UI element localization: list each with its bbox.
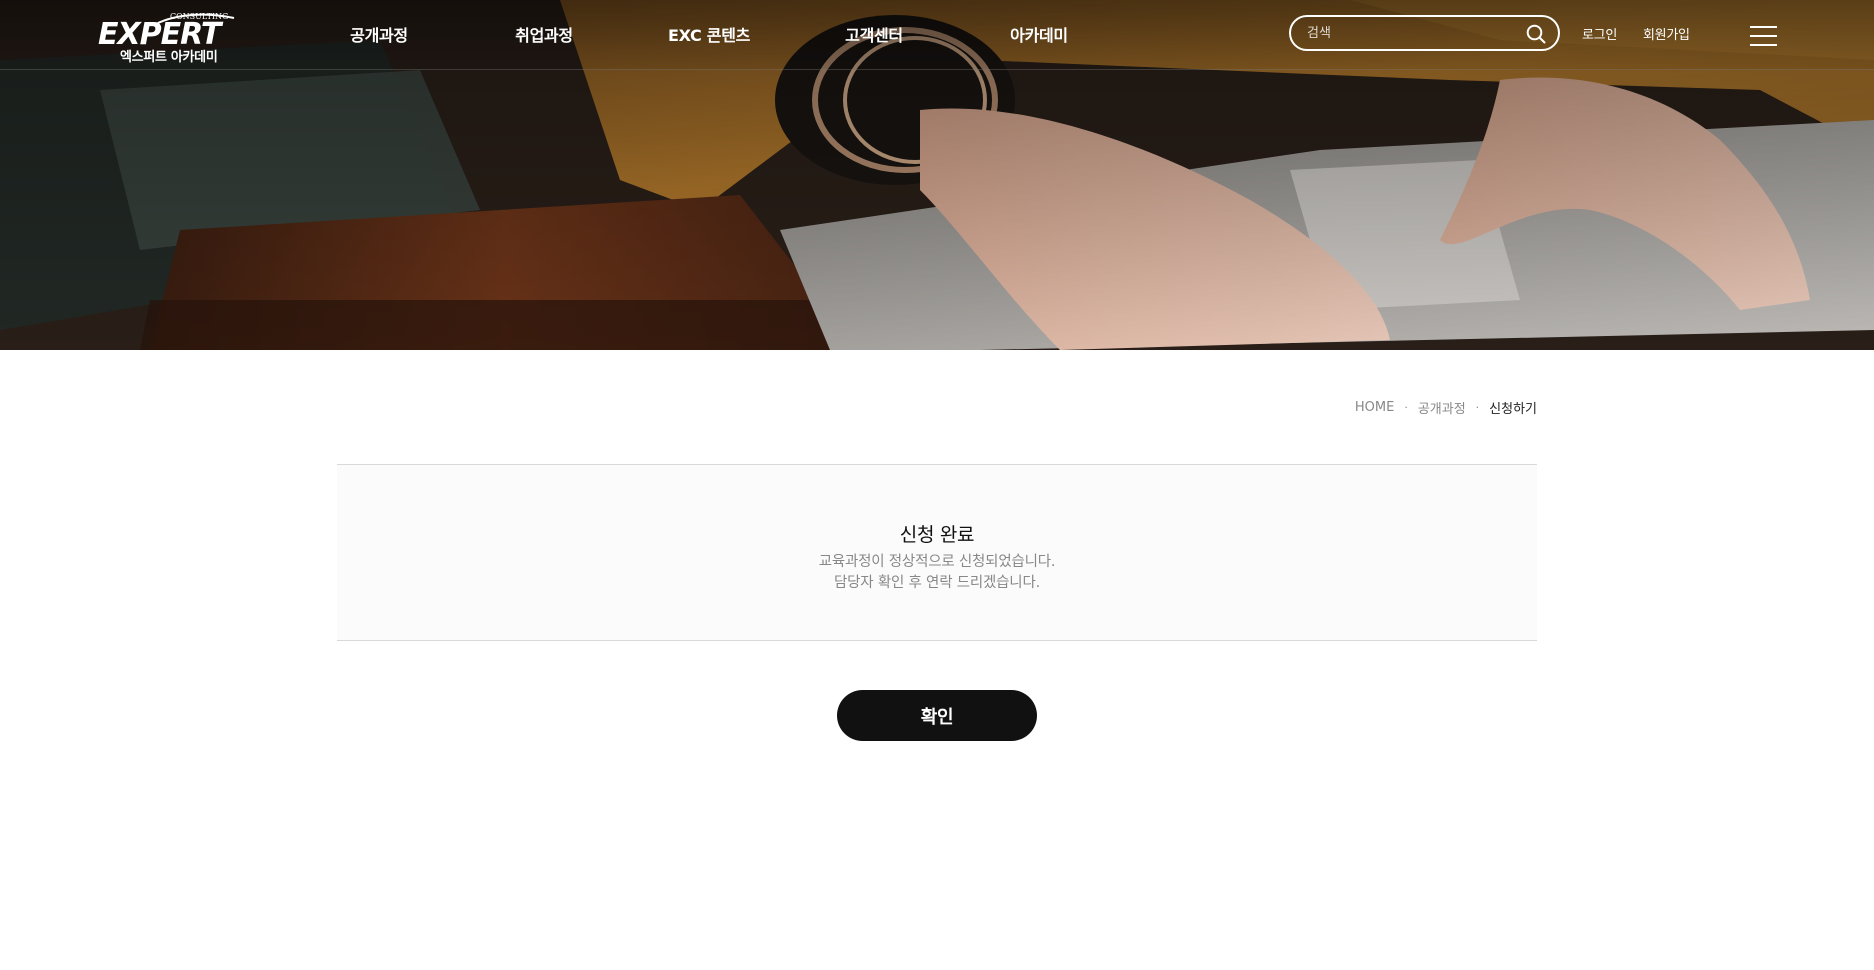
breadcrumb-home[interactable]: HOME bbox=[1355, 400, 1394, 415]
nav-item-customer-center[interactable]: 고객센터 bbox=[845, 22, 903, 46]
search-box bbox=[1289, 15, 1560, 51]
result-message-line2: 담당자 확인 후 연락 드리겠습니다. bbox=[833, 575, 1040, 591]
nav-item-public-courses[interactable]: 공개과정 bbox=[350, 22, 408, 46]
breadcrumb-current: 신청하기 bbox=[1489, 402, 1537, 417]
search-icon[interactable] bbox=[1526, 24, 1546, 44]
application-complete-panel: 신청 완료 교육과정이 정상적으로 신청되었습니다. 담당자 확인 후 연락 드… bbox=[337, 464, 1537, 641]
nav-item-exc-contents[interactable]: EXC 콘텐츠 bbox=[668, 22, 750, 46]
nav-item-employment-courses[interactable]: 취업과정 bbox=[515, 22, 573, 46]
search-input[interactable] bbox=[1305, 23, 1515, 43]
logo-subtitle: 엑스퍼트 아카데미 bbox=[120, 50, 218, 65]
hamburger-menu-icon[interactable] bbox=[1750, 26, 1777, 46]
breadcrumb-separator: · bbox=[1404, 401, 1408, 414]
site-header: EXPERT CONSULTING 엑스퍼트 아카데미 공개과정 취업과정 EX… bbox=[0, 0, 1874, 70]
result-message-line1: 교육과정이 정상적으로 신청되었습니다. bbox=[818, 554, 1056, 570]
nav-item-academy[interactable]: 아카데미 bbox=[1010, 22, 1068, 46]
expert-academy-logo[interactable]: EXPERT CONSULTING 엑스퍼트 아카데미 bbox=[96, 10, 240, 66]
breadcrumb: HOME · 공개과정 · 신청하기 bbox=[1355, 398, 1537, 417]
breadcrumb-public-courses[interactable]: 공개과정 bbox=[1418, 398, 1466, 417]
result-title: 신청 완료 bbox=[899, 524, 975, 546]
confirm-button[interactable]: 확인 bbox=[837, 690, 1037, 741]
login-link[interactable]: 로그인 bbox=[1582, 24, 1617, 43]
signup-link[interactable]: 회원가입 bbox=[1643, 24, 1690, 43]
expert-logo-wordmark: EXPERT CONSULTING bbox=[98, 12, 235, 52]
breadcrumb-separator: · bbox=[1475, 401, 1480, 414]
